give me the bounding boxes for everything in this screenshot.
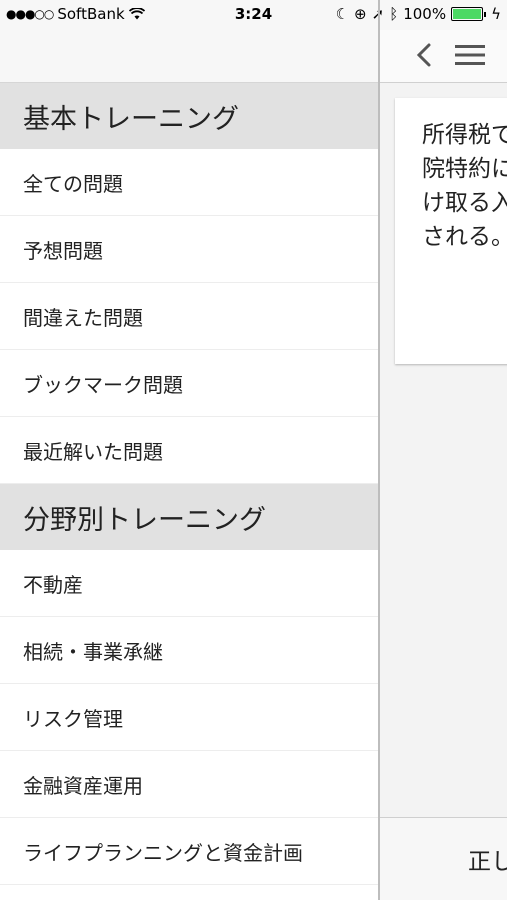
drawer-menu-list: 基本トレーニング 全ての問題 予想問題 間違えた問題 ブックマーク問題 最近解い…: [0, 83, 378, 885]
question-text: 所得税で 院特約に け取る入 される。: [422, 122, 507, 250]
menu-item-all-questions[interactable]: 全ての問題: [0, 149, 378, 216]
bluetooth-icon: ᛒ: [389, 5, 399, 23]
moon-icon: ☾: [335, 5, 350, 23]
menu-item-bookmark-questions[interactable]: ブックマーク問題: [0, 350, 378, 417]
battery-icon: [451, 7, 484, 21]
back-chevron-icon[interactable]: [410, 40, 440, 70]
menu-item-real-estate[interactable]: 不動産: [0, 550, 378, 617]
nav-bar: [380, 30, 507, 83]
rotation-lock-icon: ⊕: [354, 5, 367, 23]
question-card: 所得税で 院特約に け取る入 される。: [395, 98, 507, 364]
correct-answer-button[interactable]: 正し: [468, 842, 507, 876]
menu-icon[interactable]: [455, 42, 485, 68]
side-drawer: 基本トレーニング 全ての問題 予想問題 間違えた問題 ブックマーク問題 最近解い…: [0, 30, 378, 900]
drawer-header-area: [0, 30, 378, 83]
section-header-basic: 基本トレーニング: [0, 83, 378, 149]
status-bar: ●●●○○ SoftBank 3:24 ☾ ⊕ ➚ ᛒ 100% ϟ: [0, 0, 507, 30]
charging-icon: ϟ: [491, 5, 501, 23]
menu-item-inheritance[interactable]: 相続・事業承継: [0, 617, 378, 684]
status-right: ☾ ⊕ ➚ ᛒ 100% ϟ: [336, 5, 501, 23]
section-header-by-field: 分野別トレーニング: [0, 484, 378, 550]
menu-item-recent-questions[interactable]: 最近解いた問題: [0, 417, 378, 484]
menu-item-wrong-questions[interactable]: 間違えた問題: [0, 283, 378, 350]
menu-item-risk-management[interactable]: リスク管理: [0, 684, 378, 751]
main-content: 所得税で 院特約に け取る入 される。 正し: [380, 30, 507, 900]
menu-item-life-planning[interactable]: ライフプランニングと資金計画: [0, 818, 378, 885]
battery-percentage: 100%: [403, 5, 447, 23]
battery-tip: [484, 11, 487, 17]
menu-item-predicted-questions[interactable]: 予想問題: [0, 216, 378, 283]
menu-item-asset-management[interactable]: 金融資産運用: [0, 751, 378, 818]
answer-bar: 正し: [380, 817, 507, 900]
